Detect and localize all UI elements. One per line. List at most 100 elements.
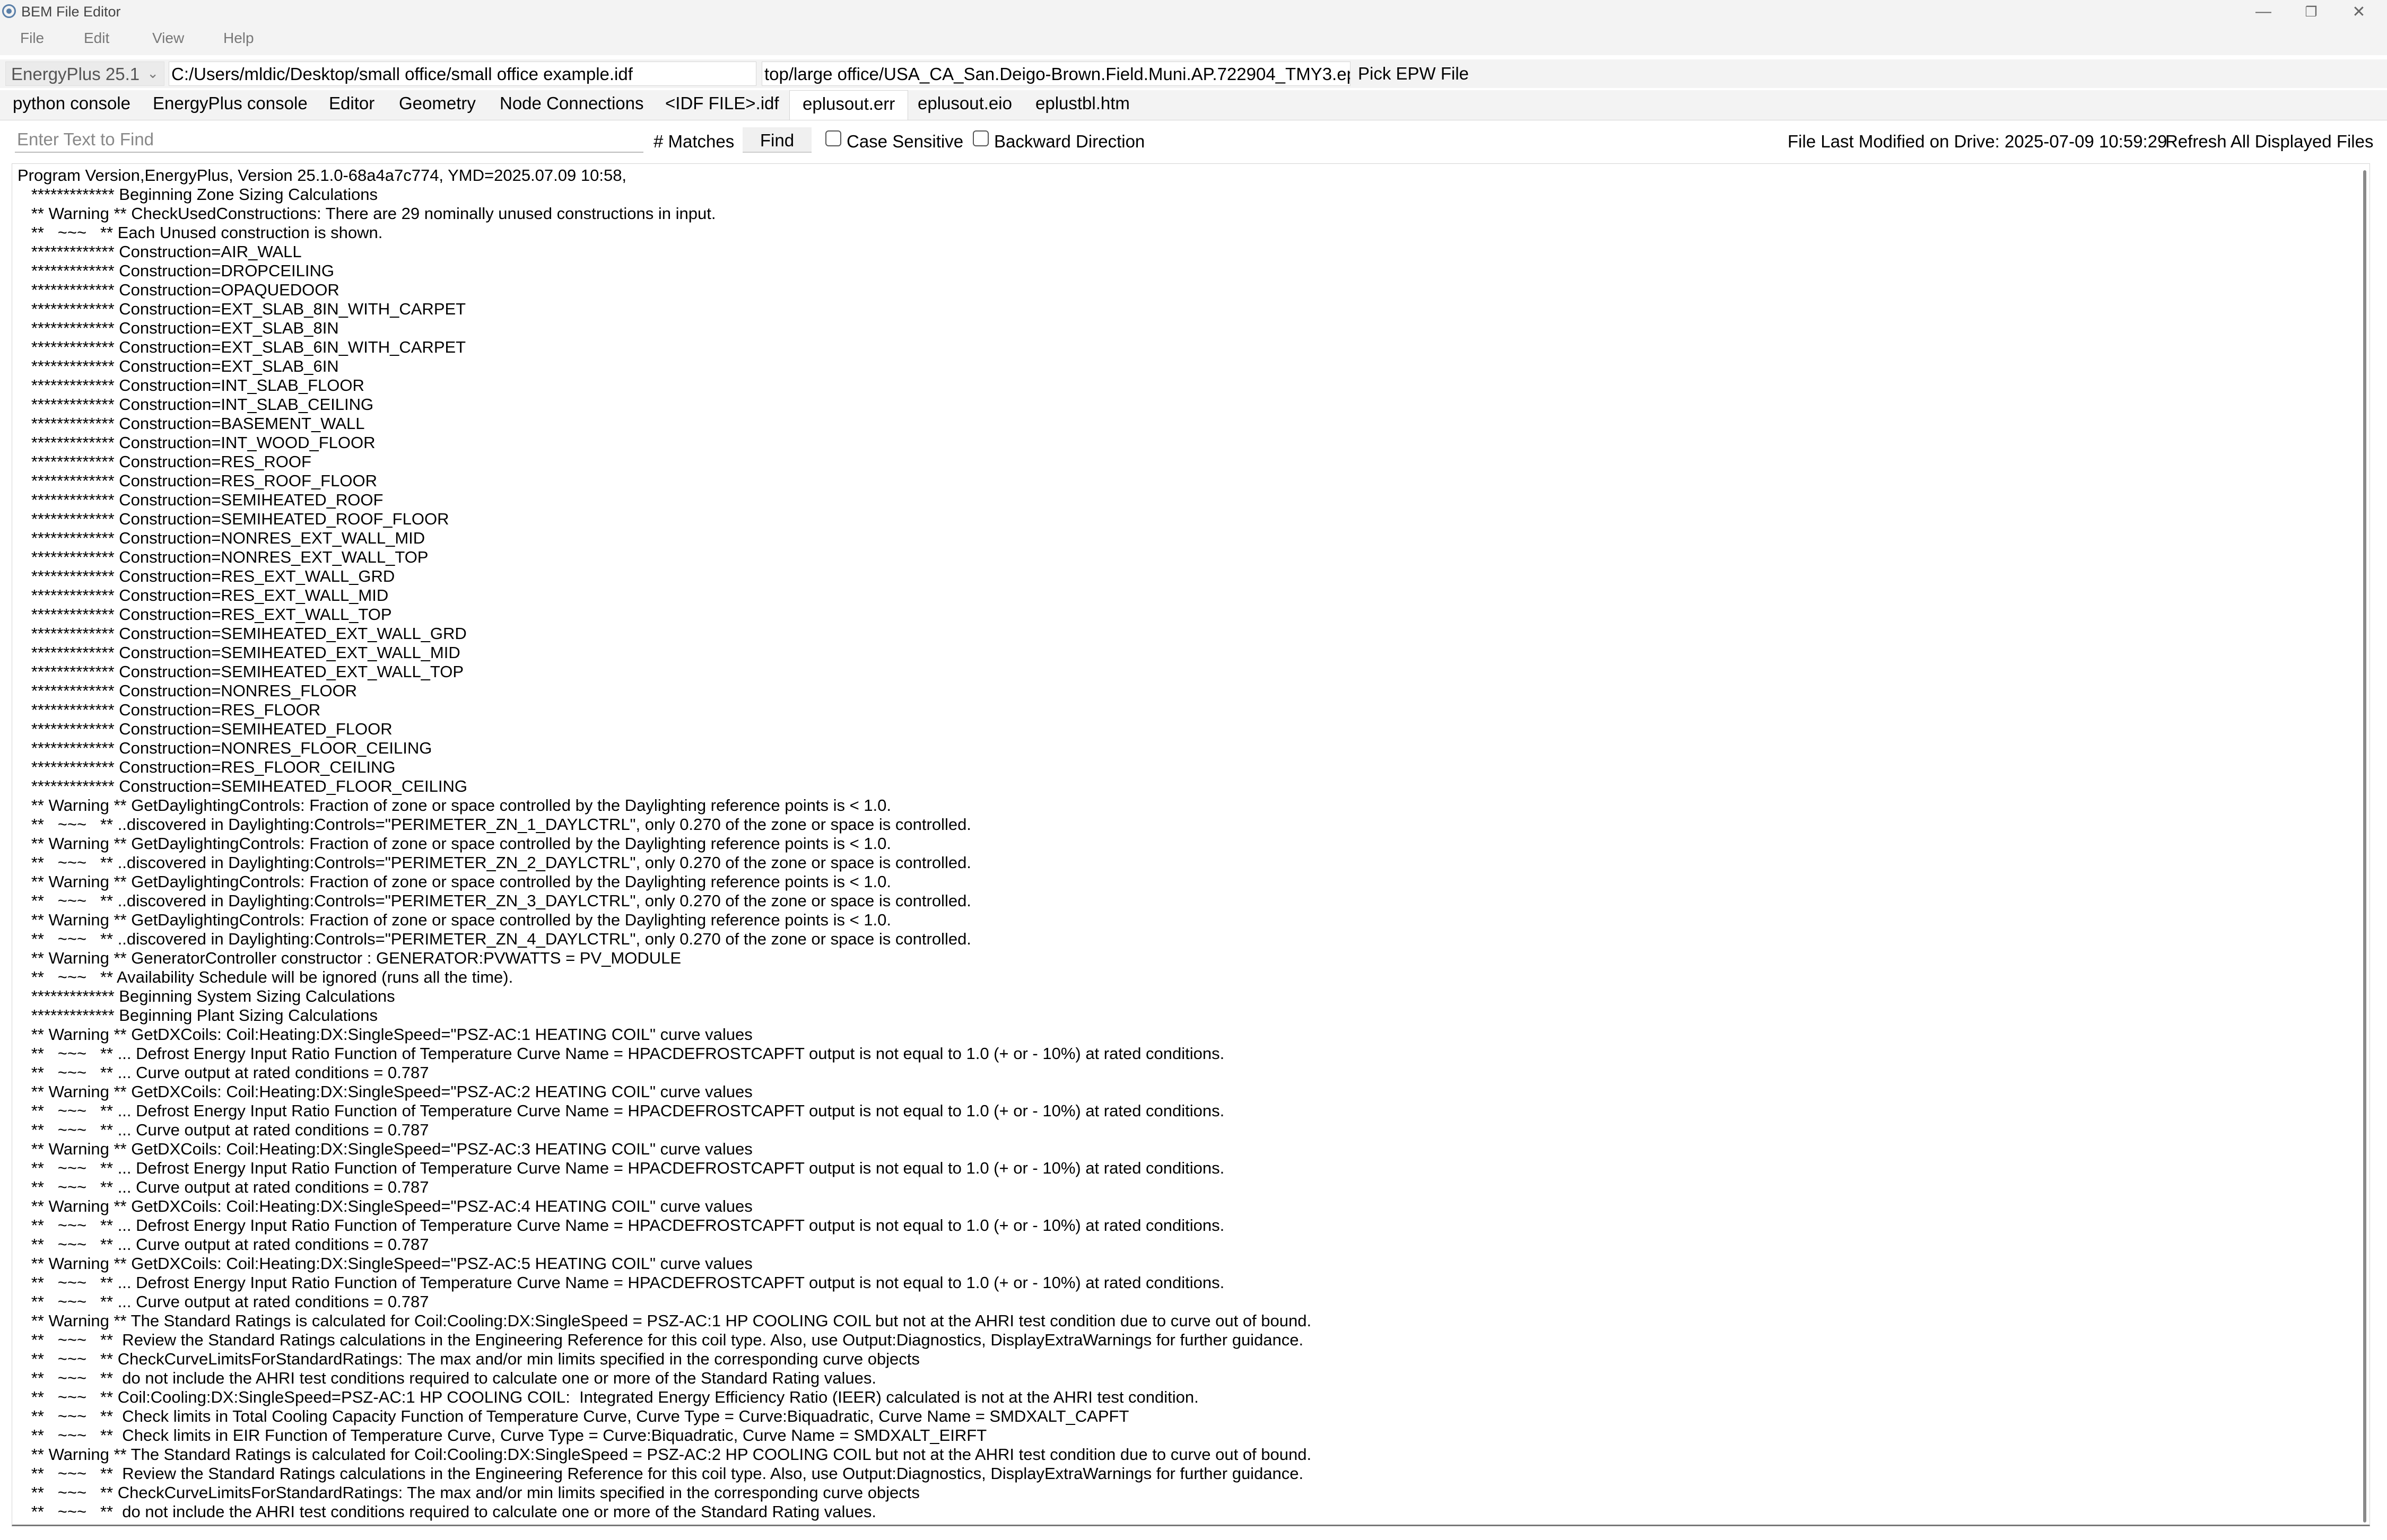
file-line: ************* Construction=EXT_SLAB_8IN: [18, 319, 339, 337]
idf-path-field[interactable]: C:/Users/mldic/Desktop/small office/smal…: [169, 62, 756, 86]
restore-button[interactable]: ❐: [2287, 0, 2335, 23]
file-line: ** ~~~ ** Each Unused construction is sh…: [18, 223, 383, 242]
file-line: ** Warning ** GetDaylightingControls: Fr…: [18, 834, 892, 853]
err-file-content[interactable]: Program Version,EnergyPlus, Version 25.1…: [18, 166, 2346, 1524]
tab-node-connections[interactable]: Node Connections: [500, 93, 644, 113]
tab-eplustbl-htm[interactable]: eplustbl.htm: [1035, 93, 1130, 113]
case-sensitive-checkbox[interactable]: [825, 130, 841, 146]
file-line: ** ~~~ ** Check limits in EIR Function o…: [18, 1426, 987, 1445]
tab-energyplus-console[interactable]: EnergyPlus console: [153, 93, 308, 113]
file-line: ** Warning ** GetDaylightingControls: Fr…: [18, 911, 892, 929]
file-line: ************* Construction=SEMIHEATED_FL…: [18, 777, 467, 795]
file-line: ************* Construction=SEMIHEATED_EX…: [18, 643, 460, 662]
file-line: ** ~~~ ** Review the Standard Ratings ca…: [18, 1464, 1304, 1483]
file-line: ************* Construction=EXT_SLAB_8IN_…: [18, 300, 466, 318]
file-line: ** ~~~ ** Coil:Cooling:DX:SingleSpeed=PS…: [18, 1388, 1199, 1406]
vertical-scrollbar[interactable]: [2363, 170, 2366, 1522]
minimize-button[interactable]: —: [2240, 0, 2287, 23]
file-line: ************* Construction=EXT_SLAB_6IN_…: [18, 338, 466, 356]
file-line: ************* Construction=RES_FLOOR_CEI…: [18, 758, 396, 776]
menu-edit[interactable]: Edit: [84, 30, 109, 47]
file-line: ** ~~~ ** ... Curve output at rated cond…: [18, 1235, 429, 1254]
file-line: ************* Construction=RES_FLOOR: [18, 701, 321, 719]
file-viewer[interactable]: Program Version,EnergyPlus, Version 25.1…: [12, 163, 2370, 1526]
file-line: ************* Construction=NONRES_EXT_WA…: [18, 548, 429, 566]
file-line: ** ~~~ ** do not include the AHRI test c…: [18, 1369, 876, 1387]
file-line: ** ~~~ ** ... Curve output at rated cond…: [18, 1063, 429, 1082]
file-line: ************* Construction=RES_EXT_WALL_…: [18, 586, 389, 605]
file-line: ************* Construction=RES_EXT_WALL_…: [18, 567, 395, 585]
file-line: ** ~~~ ** ... Defrost Energy Input Ratio…: [18, 1044, 1225, 1063]
file-line: ** ~~~ ** ..discovered in Daylighting:Co…: [18, 815, 971, 834]
tab-bar: python console EnergyPlus console Editor…: [0, 90, 2387, 120]
version-select-value: EnergyPlus 25.1: [11, 64, 140, 84]
tab-editor[interactable]: Editor: [329, 93, 374, 113]
file-line: ************* Construction=EXT_SLAB_6IN: [18, 357, 339, 375]
file-line: ************* Beginning System Sizing Ca…: [18, 987, 395, 1005]
file-line: ** ~~~ ** ... Curve output at rated cond…: [18, 1178, 429, 1196]
file-line: ************* Construction=AIR_WALL: [18, 242, 302, 261]
file-line: ** Warning ** GetDaylightingControls: Fr…: [18, 872, 892, 891]
find-bar: # Matches Find Case Sensitive Backward D…: [0, 125, 2387, 157]
app-window: BEM File Editor — ❐ ✕ File Edit View Hel…: [0, 0, 2387, 1540]
menu-view[interactable]: View: [152, 30, 184, 47]
title-bar[interactable]: BEM File Editor — ❐ ✕: [0, 0, 2387, 23]
file-line: ************* Construction=NONRES_FLOOR: [18, 681, 358, 700]
file-line: ************* Construction=INT_SLAB_CEIL…: [18, 395, 374, 414]
energyplus-version-select[interactable]: EnergyPlus 25.1 ⌄: [5, 62, 164, 86]
file-line: ** Warning ** GetDXCoils: Coil:Heating:D…: [18, 1197, 753, 1215]
file-line: ** ~~~ ** CheckCurveLimitsForStandardRat…: [18, 1483, 920, 1502]
find-input[interactable]: [15, 127, 643, 153]
tab-eplusout-eio[interactable]: eplusout.eio: [918, 93, 1012, 113]
file-line: ** Warning ** GetDXCoils: Coil:Heating:D…: [18, 1254, 753, 1273]
menu-file[interactable]: File: [20, 30, 44, 47]
pick-epw-button[interactable]: Pick EPW File: [1358, 62, 1469, 88]
tab-eplusout-err[interactable]: eplusout.err: [789, 90, 909, 120]
case-sensitive-label[interactable]: Case Sensitive: [847, 132, 963, 152]
file-line: ** Warning ** CheckUsedConstructions: Th…: [18, 204, 716, 223]
tab-idf-file[interactable]: <IDF FILE>.idf: [665, 93, 779, 113]
path-bar: EnergyPlus 25.1 ⌄ C:/Users/mldic/Desktop…: [0, 59, 2387, 88]
file-line: ************* Construction=RES_ROOF: [18, 452, 311, 471]
chevron-down-icon: ⌄: [147, 65, 159, 81]
file-line: ** ~~~ ** ... Curve output at rated cond…: [18, 1292, 429, 1311]
app-logo-icon: [2, 4, 16, 18]
file-line: ************* Construction=RES_ROOF_FLOO…: [18, 471, 377, 490]
file-line: ************* Construction=RES_EXT_WALL_…: [18, 605, 392, 624]
file-line: ************* Construction=SEMIHEATED_EX…: [18, 624, 467, 643]
file-line: ** ~~~ ** ..discovered in Daylighting:Co…: [18, 891, 971, 910]
close-button[interactable]: ✕: [2335, 0, 2383, 23]
file-line: ** ~~~ ** ... Defrost Energy Input Ratio…: [18, 1159, 1225, 1177]
file-line: ** Warning ** GetDXCoils: Coil:Heating:D…: [18, 1025, 753, 1044]
file-line: ** Warning ** The Standard Ratings is ca…: [18, 1445, 1312, 1464]
file-line: ** ~~~ ** Availability Schedule will be …: [18, 968, 513, 986]
file-line: ************* Beginning Plant Sizing Cal…: [18, 1006, 378, 1025]
file-line: ************* Construction=BASEMENT_WALL: [18, 414, 365, 433]
file-line: ************* Construction=OPAQUEDOOR: [18, 281, 339, 299]
file-line: ************* Beginning Zone Sizing Calc…: [18, 185, 378, 204]
file-line: ** Warning ** GetDXCoils: Coil:Heating:D…: [18, 1140, 753, 1158]
backward-direction-label[interactable]: Backward Direction: [994, 132, 1145, 152]
file-line: ************* Construction=NONRES_FLOOR_…: [18, 739, 432, 757]
menu-bar: File Edit View Help: [0, 23, 2387, 55]
file-line: ************* Construction=SEMIHEATED_RO…: [18, 510, 449, 528]
window-title: BEM File Editor: [21, 4, 121, 20]
file-line: ** ~~~ ** Review the Standard Ratings ca…: [18, 1331, 1304, 1349]
backward-direction-checkbox[interactable]: [973, 130, 989, 146]
find-button[interactable]: Find: [743, 127, 812, 153]
file-line: ** ~~~ ** ..discovered in Daylighting:Co…: [18, 930, 971, 948]
file-line: ** Warning ** The Standard Ratings is ca…: [18, 1311, 1312, 1330]
file-last-modified-label: File Last Modified on Drive: 2025-07-09 …: [1788, 132, 2167, 151]
file-line: ************* Construction=DROPCEILING: [18, 261, 335, 280]
file-line: ** ~~~ ** do not include the AHRI test c…: [18, 1502, 876, 1521]
file-line: ** ~~~ ** ... Defrost Energy Input Ratio…: [18, 1216, 1225, 1235]
menu-help[interactable]: Help: [223, 30, 254, 47]
tab-python-console[interactable]: python console: [13, 93, 130, 113]
epw-path-field[interactable]: top/large office/USA_CA_San.Deigo-Brown.…: [762, 62, 1351, 86]
file-line: Program Version,EnergyPlus, Version 25.1…: [18, 166, 627, 185]
file-line: ** ~~~ ** ..discovered in Daylighting:Co…: [18, 853, 971, 872]
file-line: ************* Construction=SEMIHEATED_EX…: [18, 662, 464, 681]
file-line: ** Warning ** GeneratorController constr…: [18, 949, 682, 967]
tab-geometry[interactable]: Geometry: [399, 93, 476, 113]
refresh-files-button[interactable]: Refresh All Displayed Files: [2165, 132, 2374, 152]
